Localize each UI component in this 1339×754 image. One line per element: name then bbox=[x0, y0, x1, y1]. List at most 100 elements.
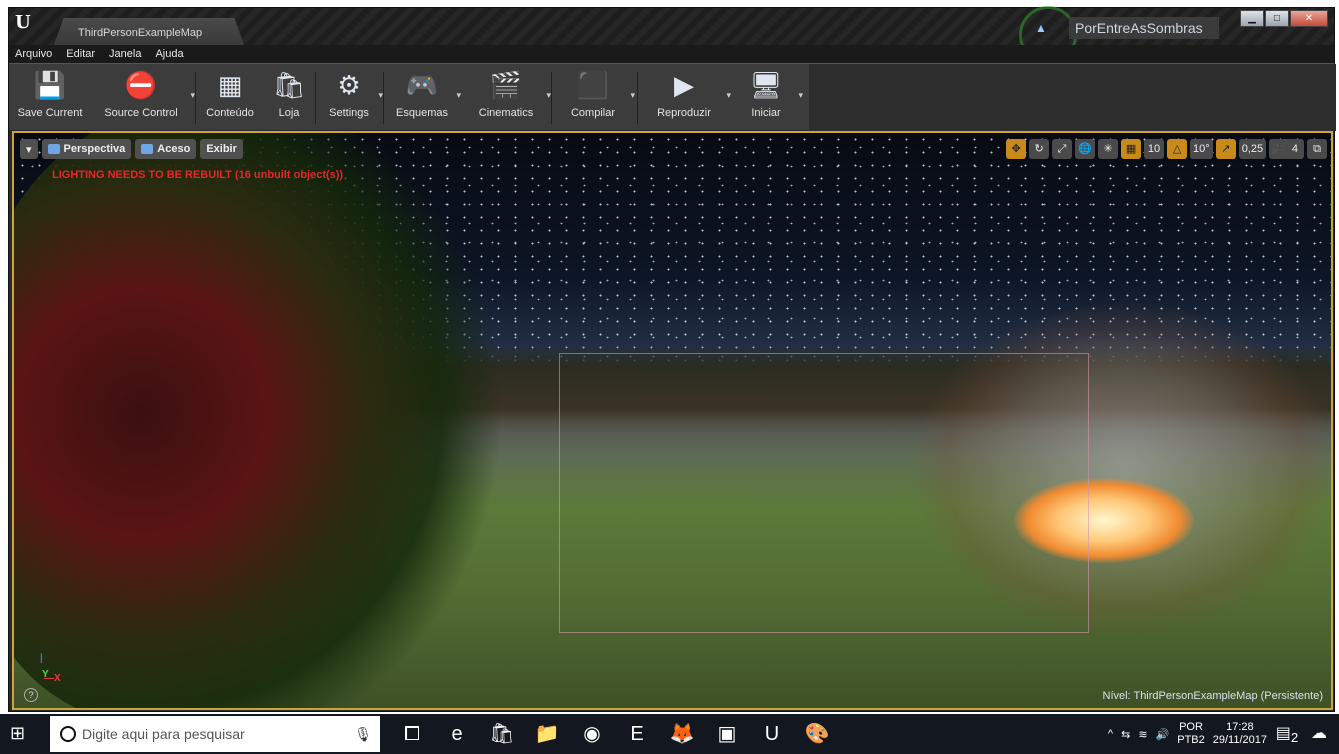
unreal-editor-window: U ThirdPersonExampleMap ▲ PorEntreAsSomb… bbox=[8, 6, 1336, 712]
grid-snap-value[interactable]: 10 bbox=[1144, 139, 1165, 159]
menu-arquivo[interactable]: Arquivo bbox=[15, 45, 52, 63]
maximize-button[interactable]: □ bbox=[1265, 10, 1289, 27]
scale-snap-value[interactable]: 0,25 bbox=[1238, 139, 1267, 159]
file-explorer-icon[interactable]: 📁 bbox=[530, 718, 564, 750]
chrome-icon[interactable]: ◉ bbox=[575, 718, 609, 750]
store-icon[interactable]: 🛍 bbox=[485, 718, 519, 750]
camera-speed-button[interactable]: 🎥 4 bbox=[1269, 139, 1304, 159]
perspective-icon bbox=[47, 144, 60, 154]
window-controls: ▁ □ ✕ bbox=[1240, 10, 1328, 27]
toolbar-separator bbox=[551, 72, 552, 124]
blueprints-button[interactable]: 🎮 Esquemas ▾ bbox=[387, 68, 461, 126]
maximize-viewport-icon[interactable]: ⧉ bbox=[1307, 139, 1327, 159]
axis-z-icon: | bbox=[40, 653, 43, 664]
chevron-down-icon[interactable]: ▾ bbox=[798, 90, 803, 101]
toolbar-separator bbox=[637, 72, 638, 124]
rotation-snap-value[interactable]: 10° bbox=[1190, 139, 1213, 159]
epic-games-icon[interactable]: E bbox=[620, 718, 654, 750]
network-icon[interactable]: ⇆ bbox=[1121, 728, 1130, 741]
rotate-icon[interactable]: ↻ bbox=[1029, 139, 1050, 159]
menu-editar[interactable]: Editar bbox=[66, 45, 95, 63]
source-control-button[interactable]: ⛔ Source Control ▾ bbox=[91, 68, 195, 126]
graduation-cap-icon[interactable]: ▲ bbox=[1035, 21, 1047, 35]
world-local-icon[interactable]: 🌐 bbox=[1075, 139, 1096, 159]
launch-button[interactable]: 🖥 Iniciar ▾ bbox=[733, 68, 803, 126]
camera-speed-value: 4 bbox=[1288, 143, 1301, 155]
surface-snap-icon[interactable]: ✳ bbox=[1098, 139, 1119, 159]
menu-ajuda[interactable]: Ajuda bbox=[155, 45, 183, 63]
toolbar-empty-area bbox=[809, 64, 1336, 131]
windows-start-icon[interactable]: ⊞ bbox=[10, 724, 28, 742]
unreal-taskbar-icon[interactable]: U bbox=[755, 718, 789, 750]
paint-icon[interactable]: 🎨 bbox=[800, 718, 834, 750]
task-view-icon[interactable]: ⧠ bbox=[395, 718, 429, 750]
volume-icon[interactable]: 🔊 bbox=[1156, 728, 1170, 741]
microphone-icon[interactable]: 🎙 bbox=[354, 726, 372, 743]
toolbar-separator bbox=[315, 72, 316, 124]
title-bar: U ThirdPersonExampleMap ▲ PorEntreAsSomb… bbox=[9, 6, 1334, 64]
lighting-warning: LIGHTING NEEDS TO BE REBUILT (16 unbuilt… bbox=[52, 169, 344, 181]
cortana-icon bbox=[60, 726, 76, 742]
main-toolbar: 💾 Save Current ⛔ Source Control ▾ ▦ Cont… bbox=[9, 63, 1336, 131]
app-icon[interactable]: ▣ bbox=[710, 718, 744, 750]
project-name: PorEntreAsSombras bbox=[1069, 17, 1219, 39]
close-button[interactable]: ✕ bbox=[1290, 10, 1328, 27]
grid-snap-icon[interactable]: ▦ bbox=[1121, 139, 1142, 159]
edge-icon[interactable]: e bbox=[440, 718, 474, 750]
foreground-tree-foliage bbox=[14, 133, 534, 708]
translate-icon[interactable]: ✥ bbox=[1006, 139, 1027, 159]
minimize-button[interactable]: ▁ bbox=[1240, 10, 1264, 27]
transform-toolbar: ✥ ↻ ⤢ 🌐 ✳ ▦ 10 △ 10° ↗ 0,25 🎥 4 ⧉ bbox=[1006, 139, 1327, 159]
level-viewport[interactable]: ▾ Perspectiva Aceso Exibir LIGHTING NEED… bbox=[12, 131, 1333, 710]
bounds-wireframe bbox=[559, 353, 1089, 633]
blueprints-icon: 🎮 bbox=[405, 70, 439, 100]
axis-x-icon: —X bbox=[44, 673, 61, 684]
view-mode-button[interactable]: Aceso bbox=[135, 139, 197, 159]
viewport-toolbar: ▾ Perspectiva Aceso Exibir bbox=[20, 139, 243, 159]
cinematics-button[interactable]: 🎬 Cinematics ▾ bbox=[465, 68, 551, 126]
chevron-down-icon[interactable]: ▾ bbox=[630, 90, 635, 101]
rotation-snap-icon[interactable]: △ bbox=[1167, 139, 1188, 159]
sphere-icon bbox=[141, 144, 154, 154]
perspective-button[interactable]: Perspectiva bbox=[41, 139, 132, 159]
build-icon: ⬛ bbox=[576, 70, 610, 100]
play-icon: ▶ bbox=[674, 70, 694, 100]
build-button[interactable]: ⬛ Compilar ▾ bbox=[555, 68, 635, 126]
windows-taskbar: ⊞ Digite aqui para pesquisar 🎙 ⧠ e 🛍 📁 ◉… bbox=[0, 714, 1339, 754]
notifications-icon[interactable]: ▤2 bbox=[1275, 723, 1299, 745]
current-level: Nível: ThirdPersonExampleMap (Persistent… bbox=[1102, 690, 1324, 702]
clock[interactable]: 17:28 29/11/2017 bbox=[1213, 721, 1267, 747]
content-button[interactable]: ▦ Conteúdo bbox=[199, 68, 261, 126]
input-language[interactable]: POR PTB2 bbox=[1177, 721, 1205, 747]
cloud-help-icon[interactable]: ☁ bbox=[1307, 723, 1331, 745]
chevron-up-icon[interactable]: ^ bbox=[1108, 728, 1113, 740]
settings-button[interactable]: ⚙ Settings ▾ bbox=[319, 68, 383, 126]
chevron-down-icon[interactable]: ▾ bbox=[456, 90, 461, 101]
save-current-button[interactable]: 💾 Save Current bbox=[13, 68, 87, 126]
scale-snap-icon[interactable]: ↗ bbox=[1215, 139, 1236, 159]
menu-bar: Arquivo Editar Janela Ajuda bbox=[9, 45, 1334, 63]
wifi-icon[interactable]: ≋ bbox=[1138, 728, 1147, 741]
cinematics-icon: 🎬 bbox=[489, 70, 523, 100]
scale-icon[interactable]: ⤢ bbox=[1052, 139, 1073, 159]
play-button[interactable]: ▶ Reproduzir ▾ bbox=[641, 68, 731, 126]
tab-thirdpersonexamplemap[interactable]: ThirdPersonExampleMap bbox=[54, 18, 244, 45]
marketplace-icon: 🛍 bbox=[272, 70, 306, 100]
show-button[interactable]: Exibir bbox=[200, 139, 243, 159]
taskbar-search-box[interactable]: Digite aqui para pesquisar 🎙 bbox=[50, 716, 380, 752]
help-icon[interactable]: ? bbox=[24, 688, 38, 702]
unreal-logo-icon: U bbox=[15, 12, 31, 33]
content-icon: ▦ bbox=[217, 70, 243, 100]
firefox-icon[interactable]: 🦊 bbox=[665, 718, 699, 750]
chevron-down-icon[interactable]: ▾ bbox=[726, 90, 731, 101]
toolbar-separator bbox=[195, 72, 196, 124]
menu-janela[interactable]: Janela bbox=[109, 45, 141, 63]
viewport-options-button[interactable]: ▾ bbox=[20, 139, 38, 159]
marketplace-button[interactable]: 🛍 Loja bbox=[267, 68, 311, 126]
source-control-icon: ⛔ bbox=[124, 70, 158, 100]
floppy-icon: 💾 bbox=[33, 70, 67, 100]
pinned-apps: ⧠ e 🛍 📁 ◉ E 🦊 ▣ U 🎨 bbox=[395, 718, 834, 750]
search-placeholder: Digite aqui para pesquisar bbox=[82, 726, 245, 742]
toolbar-separator bbox=[383, 72, 384, 124]
tab-label: ThirdPersonExampleMap bbox=[78, 27, 203, 39]
